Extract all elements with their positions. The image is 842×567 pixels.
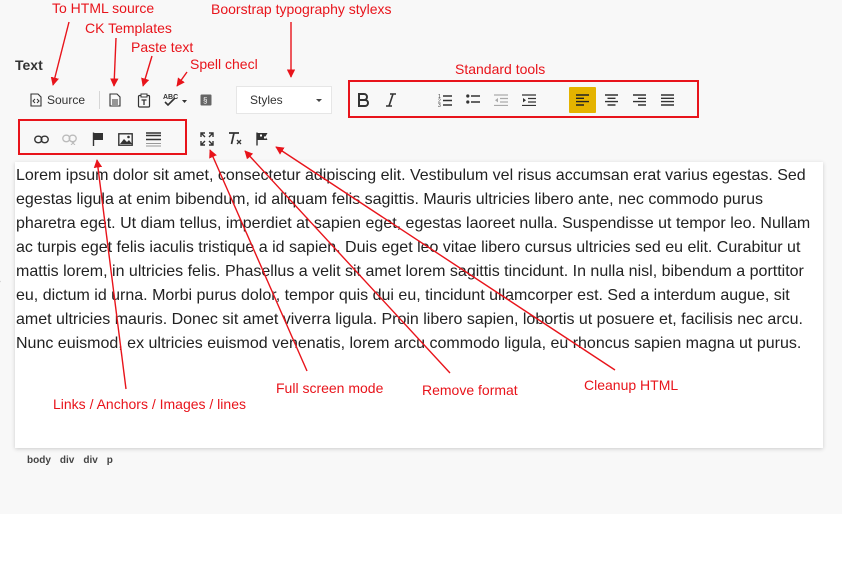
scayt-button[interactable]: § [195,89,217,111]
svg-text:§: § [203,96,207,105]
cleanup-html-button[interactable] [252,128,274,150]
spellcheck-button[interactable]: ABC [162,89,190,111]
edge-marker: ◦ [0,276,1,288]
templates-icon [109,93,121,107]
paste-text-button[interactable] [133,89,155,111]
templates-button[interactable] [104,89,126,111]
maximize-button[interactable] [196,128,218,150]
styles-dropdown[interactable]: Styles [236,86,332,114]
annotation-cleanup-html: Cleanup HTML [584,377,679,393]
path-item-div[interactable]: div [60,455,74,466]
path-item-body[interactable]: body [27,455,51,466]
cleanup-html-icon [255,132,271,146]
annotation-paste-text: Paste text [131,39,194,55]
annotation-full-screen: Full screen mode [276,380,384,396]
arrow-ck-templates [110,37,119,87]
annotation-spell-check: Spell checl [190,56,258,72]
annotation-bootstrap-styles: Boorstrap typography stylexs [211,1,392,17]
source-button[interactable]: Source [30,90,94,110]
annotation-links: Links / Anchors / Images / lines [53,396,246,412]
scayt-icon: § [200,94,212,106]
arrow-html-source [50,21,70,86]
annotation-remove-format: Remove format [422,382,518,398]
arrow-spell-check [176,71,188,87]
styles-label: Styles [250,93,283,107]
source-icon [30,93,42,107]
standard-tools-box [348,80,699,118]
element-path: body div div p [27,455,122,466]
path-item-p[interactable]: p [107,455,113,466]
links-tools-box [18,119,187,155]
source-label: Source [47,93,86,107]
annotation-html-source: To HTML source [52,0,155,16]
toolbar-separator [99,91,100,109]
chevron-down-icon [316,99,322,102]
annotation-standard-tools: Standard tools [455,61,546,77]
annotation-ck-templates: CK Templates [85,20,172,36]
arrow-paste-text [141,55,153,87]
field-label: Text [15,57,43,73]
maximize-icon [200,132,214,146]
spellcheck-icon: ABC [163,92,189,108]
editor-paragraph[interactable]: Lorem ipsum dolor sit amet, consectetur … [15,162,823,356]
page-footer-area [0,514,842,567]
remove-format-button[interactable] [224,128,246,150]
path-item-div[interactable]: div [83,455,97,466]
svg-text:ABC: ABC [163,94,178,101]
paste-text-icon [137,93,151,108]
remove-format-icon [227,132,243,146]
